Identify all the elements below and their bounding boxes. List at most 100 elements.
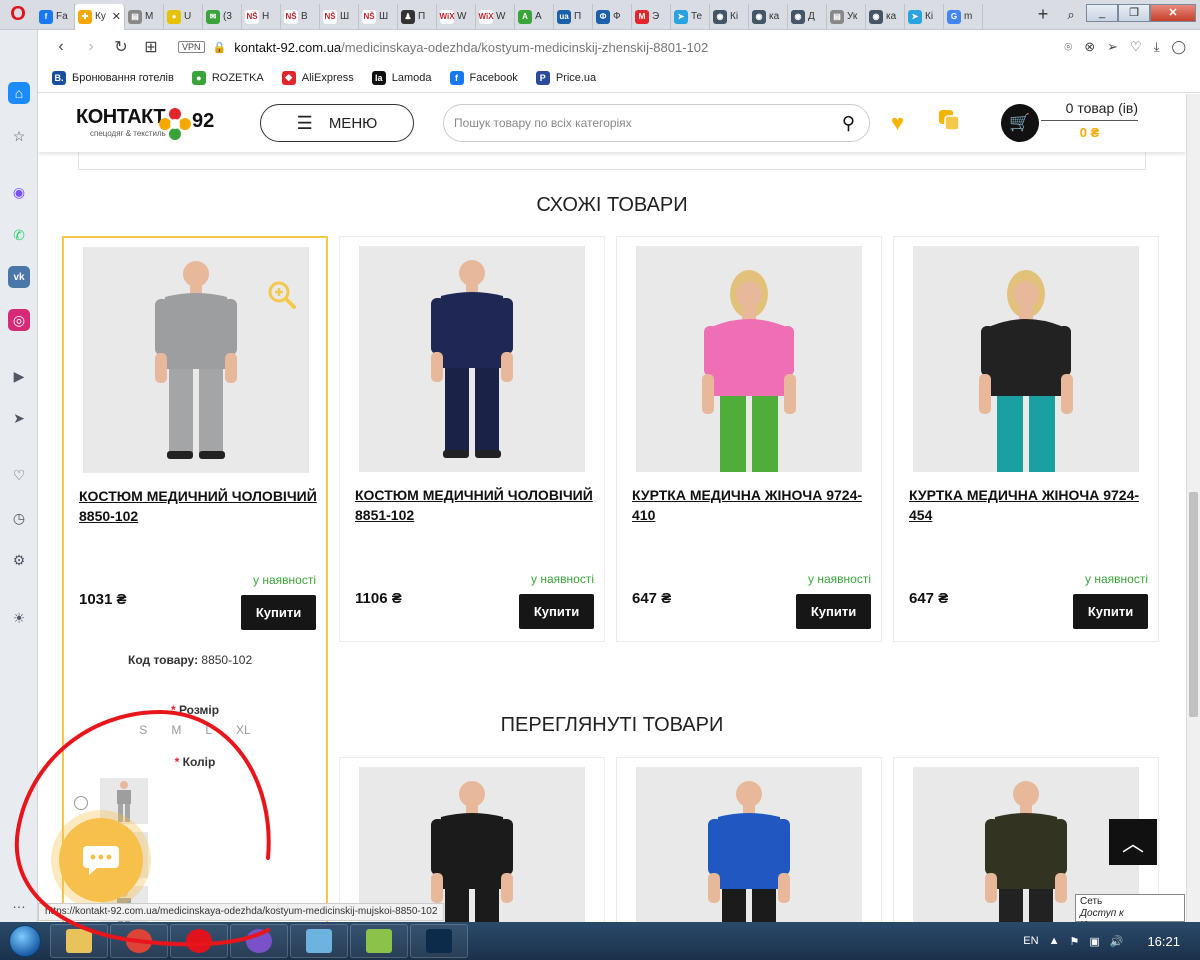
browser-tab[interactable]: ▤ Ук [827,3,866,30]
send-icon[interactable]: ➤ [8,407,30,429]
chat-widget-button[interactable] [59,818,143,902]
browser-tab[interactable]: ◉ Д [788,3,827,30]
block-icon[interactable]: ⊗ [1084,39,1095,55]
forward-button[interactable]: › [76,38,106,56]
viewed-product-card[interactable] [616,757,882,922]
network-icon[interactable]: ▣ [1089,935,1099,948]
browser-tab[interactable]: ✉ (3 [203,3,242,30]
scrollbar-thumb[interactable] [1189,492,1198,717]
browser-tab[interactable]: NŠ В [281,3,320,30]
tray-arrow-icon[interactable]: ▲ [1049,935,1060,947]
bookmark-item[interactable]: P Price.ua [535,70,596,85]
minimize-button[interactable]: _ [1086,3,1118,22]
taskbar-viber-button[interactable] [230,924,288,958]
page-scrollbar[interactable] [1186,94,1200,922]
opera-menu-icon[interactable]: O [0,0,36,30]
browser-tab[interactable]: WiX W [476,3,515,30]
tab-search-icon[interactable]: ⌕ [1056,7,1086,23]
browser-tab[interactable]: NŠ Ш [359,3,398,30]
zoom-icon[interactable] [267,280,297,310]
product-image[interactable] [636,767,862,922]
browser-tab[interactable]: MЭ [632,3,671,30]
color-swatch-thumbnail[interactable] [100,778,148,824]
browser-tab[interactable]: ➤ Кі [905,3,944,30]
bookmark-item[interactable]: la Lamoda [371,70,432,85]
browser-tab[interactable]: ♟ П [398,3,437,30]
bookmark-item[interactable]: B. Бронювання готелів [52,70,174,85]
color-radio[interactable] [74,796,88,810]
browser-tab[interactable]: ua П [554,3,593,30]
browser-tab[interactable]: ФФ [593,3,632,30]
site-logo[interactable]: КОНТАКТ 92 спецодяг & текстиль [76,106,226,142]
product-card[interactable]: КОСТЮМ МЕДИЧНИЙ ЧОЛОВІЧИЙ 8851-102 у ная… [339,236,605,642]
search-icon[interactable]: ⚲ [842,113,855,134]
speed-dial-icon[interactable]: ⊞ [136,37,166,57]
search-input[interactable]: Пошук товару по всіх категоріях ⚲ [443,104,870,142]
download-icon[interactable]: ⤓ [1154,39,1160,55]
browser-tab[interactable]: f Fa [36,3,75,30]
whatsapp-icon[interactable]: ✆ [8,224,30,246]
compare-icon[interactable] [937,108,961,132]
maximize-button[interactable]: ❐ [1118,3,1150,22]
product-card[interactable]: КУРТКА МЕДИЧНА ЖІНОЧА 9724-454 у наявнос… [893,236,1159,642]
product-image[interactable] [359,246,585,472]
product-name-link[interactable]: КУРТКА МЕДИЧНА ЖІНОЧА 9724-454 [909,485,1149,525]
taskbar-opera-button[interactable] [170,924,228,958]
taskbar-chrome-button[interactable] [110,924,168,958]
share-icon[interactable]: ➢ [1107,39,1118,55]
star-icon[interactable]: ☆ [8,125,30,147]
viewed-product-card[interactable] [339,757,605,922]
instagram-icon[interactable]: ◎ [8,309,30,331]
messenger-icon[interactable]: ◉ [8,181,30,203]
more-icon[interactable]: … [8,892,30,914]
browser-tab[interactable]: NŠ Н [242,3,281,30]
home-icon[interactable]: ⌂ [8,82,30,104]
scroll-to-top-button[interactable]: ︿ [1109,819,1157,865]
browser-tab[interactable]: NŠ Ш [320,3,359,30]
wishlist-heart-icon[interactable]: ♥ [891,110,904,136]
bookmark-item[interactable]: ● ROZETKA [191,70,264,85]
taskbar-notepad-button[interactable] [290,924,348,958]
product-name-link[interactable]: КОСТЮМ МЕДИЧНИЙ ЧОЛОВІЧИЙ 8851-102 [355,485,595,525]
cart-info[interactable]: 0 товар (ів) 0 ₴ [1041,100,1138,140]
product-image[interactable] [636,246,862,472]
browser-tab[interactable]: ✚ Ку ✕ [75,3,125,30]
player-icon[interactable]: ▶ [8,365,30,387]
language-indicator[interactable]: EN [1023,935,1038,947]
browser-tab[interactable]: ◉ ка [866,3,905,30]
bookmark-item[interactable]: ◆ AliExpress [281,70,354,85]
browser-tab[interactable]: ➤ Те [671,3,710,30]
product-name-link[interactable]: КУРТКА МЕДИЧНА ЖІНОЧА 9724-410 [632,485,872,525]
bookmark-item[interactable]: f Facebook [449,70,518,85]
vk-icon[interactable]: vk [8,266,30,288]
browser-tab[interactable]: AA [515,3,554,30]
lock-icon[interactable]: 🔒 [213,41,227,54]
browser-tab[interactable]: ▤ М [125,3,164,30]
browser-tab[interactable]: WiX W [437,3,476,30]
browser-tab[interactable]: Gm [944,3,983,30]
heart-icon[interactable]: ♡ [8,464,30,486]
buy-button[interactable]: Купити [519,594,594,629]
product-name-link[interactable]: КОСТЮМ МЕДИЧНИЙ ЧОЛОВІЧИЙ 8850-102 [79,486,319,526]
taskbar-explorer-button[interactable] [50,924,108,958]
close-tab-icon[interactable]: ✕ [112,10,121,23]
menu-button[interactable]: ☰ МЕНЮ [260,104,414,142]
product-image[interactable] [913,246,1139,472]
reload-icon[interactable]: ↻ [106,37,136,57]
flag-icon[interactable]: ⚑ [1069,935,1079,948]
new-tab-button[interactable]: + [1030,4,1056,25]
camera-icon[interactable]: ⌾ [1064,39,1072,55]
browser-tab[interactable]: ◉ ка [749,3,788,30]
start-button[interactable] [0,922,50,960]
history-icon[interactable]: ◷ [8,507,30,529]
taskbar-photoshop-button[interactable] [410,924,468,958]
clock[interactable]: 16:21 [1147,934,1180,949]
buy-button[interactable]: Купити [796,594,871,629]
back-button[interactable]: ‹ [46,38,76,56]
url-field[interactable]: kontakt-92.com.ua/medicinskaya-odezhda/k… [234,40,1064,55]
profile-icon[interactable]: ◯ [1171,39,1186,55]
cart-icon[interactable]: 🛒 [1001,104,1039,142]
bookmark-heart-icon[interactable]: ♡ [1130,39,1142,55]
buy-button[interactable]: Купити [241,595,316,630]
taskbar-notepad-plus-button[interactable] [350,924,408,958]
